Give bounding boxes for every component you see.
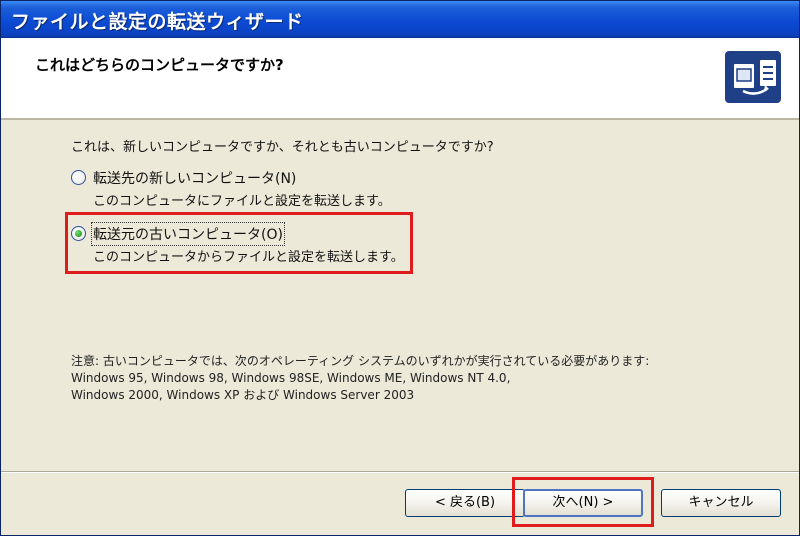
page-heading: これはどちらのコンピュータですか? <box>35 56 284 74</box>
window-title: ファイルと設定の転送ウィザード <box>11 11 304 33</box>
note-line: 注意: 古いコンピュータでは、次のオペレーティング システムのいずれかが実行され… <box>71 354 650 368</box>
highlight-box-old-computer <box>65 212 413 274</box>
footer-divider <box>1 471 799 473</box>
highlight-box-next <box>512 477 654 527</box>
cancel-button[interactable]: キャンセル <box>661 489 781 517</box>
option-new-computer-description: このコンピュータにファイルと設定を転送します。 <box>93 194 391 209</box>
radio-new-computer[interactable] <box>71 170 86 185</box>
transfer-wizard-icon <box>721 43 789 111</box>
os-requirements-note: 注意: 古いコンピュータでは、次のオペレーティング システムのいずれかが実行され… <box>71 353 649 404</box>
title-bar[interactable]: ファイルと設定の転送ウィザード <box>1 1 799 38</box>
option-new-computer-label[interactable]: 転送先の新しいコンピュータ(N) <box>93 168 296 188</box>
note-line: Windows 2000, Windows XP および Windows Ser… <box>71 388 415 402</box>
wizard-header: これはどちらのコンピュータですか? <box>1 38 799 120</box>
question-text: これは、新しいコンピュータですか、それとも古いコンピュータですか? <box>71 140 494 155</box>
note-line: Windows 95, Windows 98, Windows 98SE, Wi… <box>71 371 511 385</box>
wizard-content: これは、新しいコンピュータですか、それとも古いコンピュータですか? 転送先の新し… <box>1 120 799 470</box>
back-button[interactable]: < 戻る(B) <box>405 489 525 517</box>
wizard-window: ファイルと設定の転送ウィザード これはどちらのコンピュータですか? これは、新し… <box>0 0 800 536</box>
